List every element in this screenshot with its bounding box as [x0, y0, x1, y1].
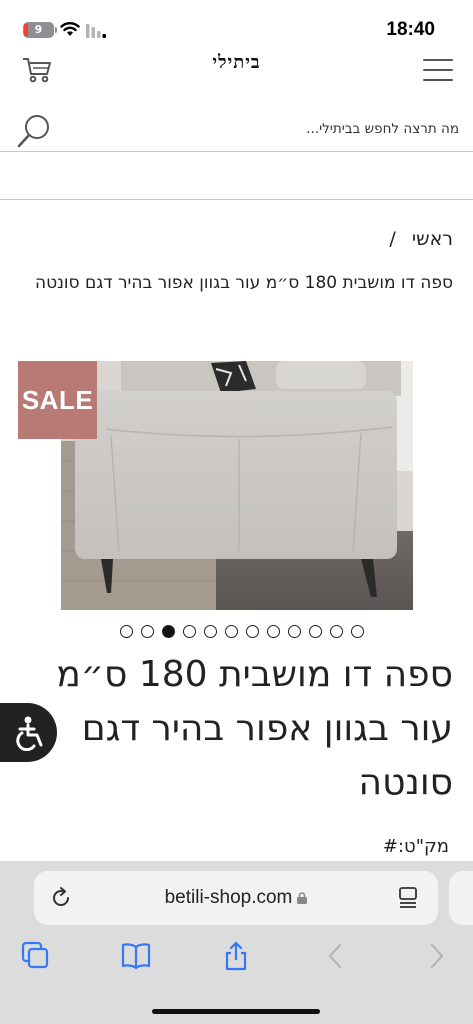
carousel-dot[interactable]	[203, 625, 217, 638]
breadcrumb-separator: /	[389, 228, 396, 250]
address-bar[interactable]: betili-shop.com	[34, 871, 438, 925]
search-input[interactable]	[79, 116, 459, 142]
forward-icon[interactable]	[421, 941, 451, 971]
product-image[interactable]	[61, 361, 413, 610]
product-title-line: ספה דו מושבית 180 ס״מ	[56, 654, 453, 695]
next-tab-preview[interactable]	[449, 871, 473, 925]
carousel-dot[interactable]	[119, 625, 133, 638]
share-icon[interactable]	[221, 941, 251, 971]
carousel-dots	[0, 625, 473, 638]
carousel-dot[interactable]	[224, 625, 238, 638]
product-title: ספה דו מושבית 180 ס״מ עור בגוון אפור בהי…	[5, 648, 453, 810]
url-text: betili-shop.com	[164, 887, 293, 908]
home-indicator	[152, 1009, 320, 1014]
search-icon[interactable]	[16, 112, 54, 150]
hamburger-menu-icon[interactable]	[423, 59, 453, 81]
status-time: 18:40	[386, 19, 435, 40]
carousel-dot[interactable]	[182, 625, 196, 638]
breadcrumb-home-link[interactable]: ראשי	[412, 228, 453, 250]
site-logo[interactable]: ביתילי	[0, 52, 473, 73]
carousel-dot[interactable]	[329, 625, 343, 638]
carousel-dot[interactable]	[245, 625, 259, 638]
wifi-icon	[60, 22, 80, 36]
carousel-dot[interactable]	[350, 625, 364, 638]
breadcrumb-current: ספה דו מושבית 180 ס״מ עור בגוון אפור בהי…	[34, 273, 453, 293]
battery-icon: 9	[23, 22, 57, 38]
breadcrumb: ראשי /	[13, 228, 453, 250]
bookmarks-icon[interactable]	[121, 941, 151, 971]
back-icon[interactable]	[321, 941, 351, 971]
status-bar: 9 18:40	[0, 0, 473, 52]
site-header: ביתילי	[0, 52, 473, 102]
tabs-icon[interactable]	[21, 941, 51, 971]
sku-label: מק"ט:#	[382, 836, 449, 857]
carousel-dot[interactable]	[308, 625, 322, 638]
carousel-dot[interactable]	[266, 625, 280, 638]
browser-toolbar: betili-shop.com	[0, 861, 473, 1024]
search-bar	[0, 108, 473, 152]
sale-badge: SALE	[18, 361, 97, 439]
accessibility-button[interactable]	[0, 703, 57, 762]
cellular-signal-icon	[86, 24, 106, 38]
lock-icon	[297, 892, 308, 904]
carousel-dot-active[interactable]	[161, 625, 175, 638]
product-title-line: עור בגוון אפור בהיר דגם	[81, 708, 453, 749]
url-display[interactable]: betili-shop.com	[34, 887, 438, 909]
reader-mode-icon[interactable]	[398, 886, 418, 910]
carousel-dot[interactable]	[140, 625, 154, 638]
carousel-dot[interactable]	[287, 625, 301, 638]
accessibility-icon	[16, 716, 43, 751]
divider	[0, 199, 473, 200]
product-title-line: סונטה	[358, 762, 453, 803]
